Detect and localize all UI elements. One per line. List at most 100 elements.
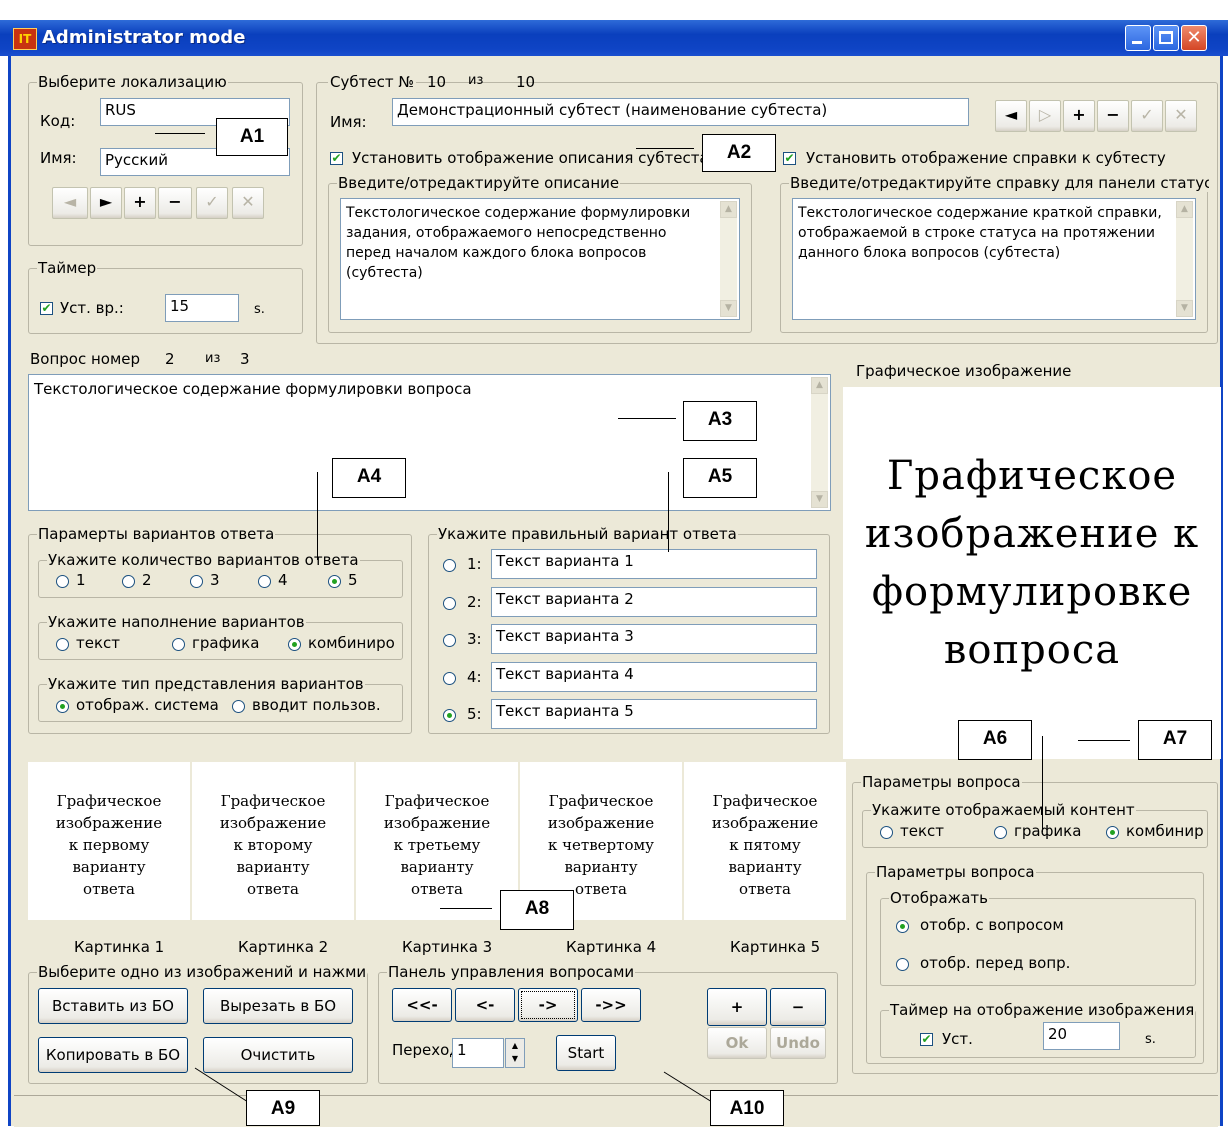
answer-type-label-2: вводит пользов. [252,696,381,714]
display-group: Отображать [880,889,1196,986]
goto-label: Переход [392,1041,452,1059]
answer-fill-label-2: графика [192,634,260,652]
scroll-up-icon[interactable]: ▲ [1176,201,1193,218]
answer-count-radio-3[interactable] [190,575,203,588]
subtest-cancel-button[interactable]: ✕ [1165,100,1197,132]
scroll-up-icon[interactable]: ▲ [811,377,828,394]
question-params-title: Параметры вопроса [861,773,1022,791]
timer-checkbox[interactable]: ✔ [40,302,53,315]
remove-question-button[interactable]: − [770,988,826,1026]
question-label: Вопрос номер [30,350,141,368]
answer-type-radio-2[interactable] [232,700,245,713]
scroll-down-icon[interactable]: ▼ [811,491,828,508]
content-radio-1[interactable] [880,826,893,839]
loc-add-button[interactable]: + [124,187,156,219]
correct-option-field-3[interactable]: Текст варианта 3 [491,624,817,654]
answer-fill-radio-2[interactable] [172,638,185,651]
correct-answer-title: Укажите правильный вариант ответа [437,525,738,543]
answer-fill-radio-1[interactable] [56,638,69,651]
question-total: 3 [240,350,250,368]
help-textarea[interactable]: Текстологическое содержание краткой спра… [792,198,1196,320]
answer-count-radio-1[interactable] [56,575,69,588]
correct-num-5: 5: [467,705,482,723]
help-scrollbar[interactable]: ▲ ▼ [1176,201,1193,317]
answer-count-radio-4[interactable] [258,575,271,588]
undo-question-button[interactable]: Undo [770,1027,826,1059]
name-label: Имя: [40,149,77,167]
image-timer-field[interactable]: 20 [1043,1022,1120,1050]
subtest-next-button[interactable]: ▷ [1029,100,1061,132]
correct-radio-2[interactable] [443,596,456,610]
add-question-button[interactable]: + [707,988,767,1026]
ok-question-button[interactable]: Ok [707,1027,767,1059]
answer-picture-3[interactable]: Графическое изображение к третьему вариа… [356,762,518,920]
desc-scrollbar[interactable]: ▲ ▼ [720,201,737,317]
show-help-label: Установить отображение справки к субтест… [806,149,1166,167]
timer-value-field[interactable]: 15 [165,294,239,322]
answer-count-radio-2[interactable] [122,575,135,588]
goto-field[interactable]: 1 [452,1038,504,1068]
question-of-label: из [205,351,221,366]
inner-params-title: Параметры вопроса [875,863,1036,881]
correct-radio-4[interactable] [443,671,456,685]
answer-picture-2[interactable]: Графическое изображение к второму вариан… [192,762,354,920]
goto-spinner[interactable]: ▲ ▼ [505,1038,525,1068]
last-question-button[interactable]: ->> [581,988,641,1022]
subtest-add-button[interactable]: + [1063,100,1095,132]
display-radio-2[interactable] [896,958,909,971]
copy-to-buffer-button[interactable]: Копировать в БО [38,1037,188,1073]
subtest-name-field[interactable]: Демонстрационный субтест (наименование с… [392,98,969,126]
show-desc-checkbox[interactable]: ✔ [330,152,343,165]
insert-from-buffer-button[interactable]: Вставить из БО [38,988,188,1024]
image-timer-checkbox[interactable]: ✔ [920,1033,933,1046]
correct-radio-5[interactable] [443,709,456,722]
correct-num-3: 3: [467,630,482,648]
answer-fill-radio-3[interactable] [288,638,301,651]
loc-ok-button[interactable]: ✓ [196,187,228,219]
correct-option-field-4[interactable]: Текст варианта 4 [491,661,817,692]
correct-option-field-5[interactable]: Текст варианта 5 [491,699,817,729]
loc-remove-button[interactable]: − [158,187,192,219]
scroll-down-icon[interactable]: ▼ [720,300,737,317]
answer-count-radio-5[interactable] [328,575,341,588]
question-scrollbar[interactable]: ▲ ▼ [811,377,828,508]
answer-type-radio-1[interactable] [56,700,69,713]
loc-prev-button[interactable]: ◄ [52,187,88,219]
scroll-down-icon[interactable]: ▼ [1176,300,1193,317]
picture-caption-1: Картинка 1 [74,938,165,956]
content-radio-2[interactable] [994,826,1007,839]
desc-textarea[interactable]: Текстологическое содержание формулировки… [340,198,740,320]
correct-radio-3[interactable] [443,634,456,647]
question-image[interactable]: Графическое изображение к формулировке в… [843,387,1221,759]
loc-next-button[interactable]: ► [90,187,122,219]
answer-picture-5[interactable]: Графическое изображение к пятому вариант… [684,762,846,920]
show-help-checkbox[interactable]: ✔ [783,152,796,165]
answer-picture-1[interactable]: Графическое изображение к первому вариан… [28,762,190,920]
correct-option-field-1[interactable]: Текст варианта 1 [491,549,817,579]
close-button[interactable]: ✕ [1181,25,1207,51]
display-radio-1[interactable] [896,920,909,933]
correct-option-field-2[interactable]: Текст варианта 2 [491,586,817,617]
correct-radio-1[interactable] [443,559,456,572]
start-button[interactable]: Start [556,1035,616,1071]
subtest-ok-button[interactable]: ✓ [1131,100,1163,132]
content-radio-3[interactable] [1106,826,1119,839]
next-question-button[interactable]: -> [518,988,578,1022]
answer-picture-text-3: Графическое изображение к третьему вариа… [383,792,491,898]
subtest-remove-button[interactable]: − [1097,100,1129,132]
graphic-label: Графическое изображение [856,362,1072,380]
callout-line [618,418,676,419]
first-question-button[interactable]: <<- [392,988,452,1022]
subtest-prev-button[interactable]: ◄ [995,100,1027,132]
subtest-of-label: из [468,73,484,88]
help-group-title: Введите/отредактируйте справку для панел… [789,174,1209,192]
subtest-no-label: Субтест № [328,73,416,91]
loc-cancel-button[interactable]: ✕ [232,187,264,219]
callout-a2: A2 [702,134,776,172]
minimize-button[interactable] [1125,25,1151,51]
answer-count-label-3: 3 [210,571,220,589]
scroll-up-icon[interactable]: ▲ [720,201,737,218]
prev-question-button[interactable]: <- [455,988,515,1022]
maximize-button[interactable] [1153,25,1179,51]
cut-to-buffer-button[interactable]: Вырезать в БО [203,988,353,1024]
